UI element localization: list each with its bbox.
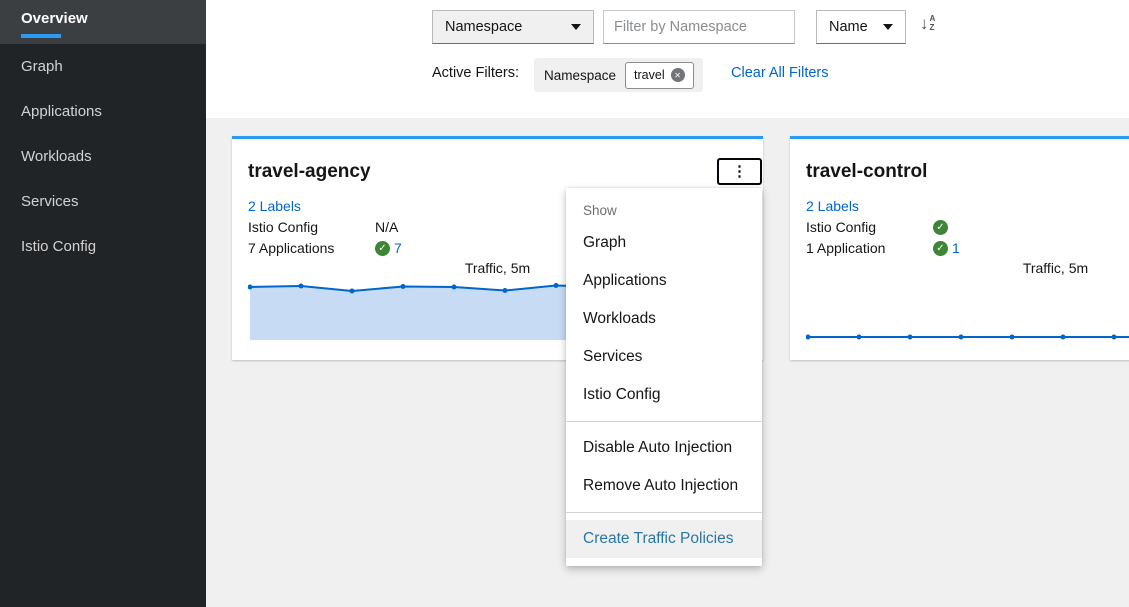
namespace-title: travel-agency (248, 161, 371, 183)
menu-item-workloads[interactable]: Workloads (566, 300, 762, 338)
sidebar-item-label: Workloads (21, 148, 92, 165)
menu-separator (566, 512, 762, 513)
namespace-actions-menu: Show Graph Applications Workloads Servic… (566, 188, 762, 566)
applications-row: 7 Applications ✓ 7 (248, 240, 402, 256)
health-ok-icon: ✓ (933, 241, 948, 256)
namespace-filter-input[interactable] (603, 10, 795, 44)
applications-health-count[interactable]: 1 (952, 240, 960, 256)
applications-label: 1 Application (806, 240, 933, 256)
traffic-chart-title: Traffic, 5m (790, 260, 1129, 276)
istio-config-value: N/A (375, 219, 398, 235)
labels-link[interactable]: 2 Labels (248, 198, 301, 214)
health-ok-icon: ✓ (375, 241, 390, 256)
chip-close-icon[interactable]: ✕ (671, 68, 685, 82)
sort-alpha-down-icon[interactable]: ↓ A Z (920, 15, 935, 32)
sidebar-item-applications[interactable]: Applications (0, 89, 206, 134)
menu-item-remove-auto-injection[interactable]: Remove Auto Injection (566, 467, 762, 505)
chip-label: travel (634, 68, 665, 82)
chevron-down-icon (883, 24, 893, 30)
sidebar-item-graph[interactable]: Graph (0, 44, 206, 89)
labels-link[interactable]: 2 Labels (806, 198, 859, 214)
active-filter-chip-group: Namespace travel ✕ (534, 58, 703, 92)
istio-config-label: Istio Config (806, 219, 933, 235)
sidebar-item-istio-config[interactable]: Istio Config (0, 224, 206, 269)
menu-item-applications[interactable]: Applications (566, 262, 762, 300)
chevron-down-icon (571, 24, 581, 30)
sidebar-item-label: Overview (21, 10, 88, 27)
health-ok-icon: ✓ (933, 220, 948, 235)
filter-type-value: Namespace (445, 19, 522, 35)
chip-group-label: Namespace (544, 68, 616, 83)
menu-item-services[interactable]: Services (566, 338, 762, 376)
menu-item-graph[interactable]: Graph (566, 224, 762, 262)
menu-section-header: Show (566, 196, 762, 224)
istio-config-row: Istio Config N/A (248, 219, 398, 235)
sort-field-value: Name (829, 19, 868, 35)
traffic-sparkline-chart[interactable] (806, 279, 1129, 340)
sort-field-select[interactable]: Name (816, 10, 906, 44)
menu-item-istio-config[interactable]: Istio Config (566, 376, 762, 414)
applications-row: 1 Application ✓ 1 (806, 240, 960, 256)
istio-config-label: Istio Config (248, 219, 375, 235)
sidebar-item-workloads[interactable]: Workloads (0, 134, 206, 179)
sidebar-item-services[interactable]: Services (0, 179, 206, 224)
sidebar-item-label: Applications (21, 103, 102, 120)
menu-separator (566, 421, 762, 422)
applications-health-count[interactable]: 7 (394, 240, 402, 256)
sidebar-item-label: Graph (21, 58, 63, 75)
applications-label: 7 Applications (248, 240, 375, 256)
filter-type-select[interactable]: Namespace (432, 10, 594, 44)
clear-all-filters-link[interactable]: Clear All Filters (731, 65, 829, 81)
active-indicator (21, 34, 61, 38)
namespace-title: travel-control (806, 161, 927, 183)
filter-chip-travel[interactable]: travel ✕ (625, 62, 694, 89)
active-filters-label: Active Filters: (432, 65, 519, 81)
sidebar-item-overview[interactable]: Overview (0, 0, 206, 44)
sidebar-nav: Overview Graph Applications Workloads Se… (0, 0, 206, 607)
menu-item-create-traffic-policies[interactable]: Create Traffic Policies (566, 520, 762, 558)
sidebar-item-label: Istio Config (21, 238, 96, 255)
namespace-card-travel-control: travel-control 2 Labels Istio Config ✓ 1… (790, 136, 1129, 360)
menu-item-disable-auto-injection[interactable]: Disable Auto Injection (566, 429, 762, 467)
istio-config-row: Istio Config ✓ (806, 219, 952, 235)
sidebar-item-label: Services (21, 193, 79, 210)
kiali-overview-page: Overview Graph Applications Workloads Se… (0, 0, 1129, 607)
kebab-menu-button[interactable]: ⋮ (717, 158, 762, 185)
toolbar: Namespace Name ↓ A Z Active Filters: Nam… (206, 0, 1129, 118)
kebab-icon: ⋮ (732, 164, 747, 179)
